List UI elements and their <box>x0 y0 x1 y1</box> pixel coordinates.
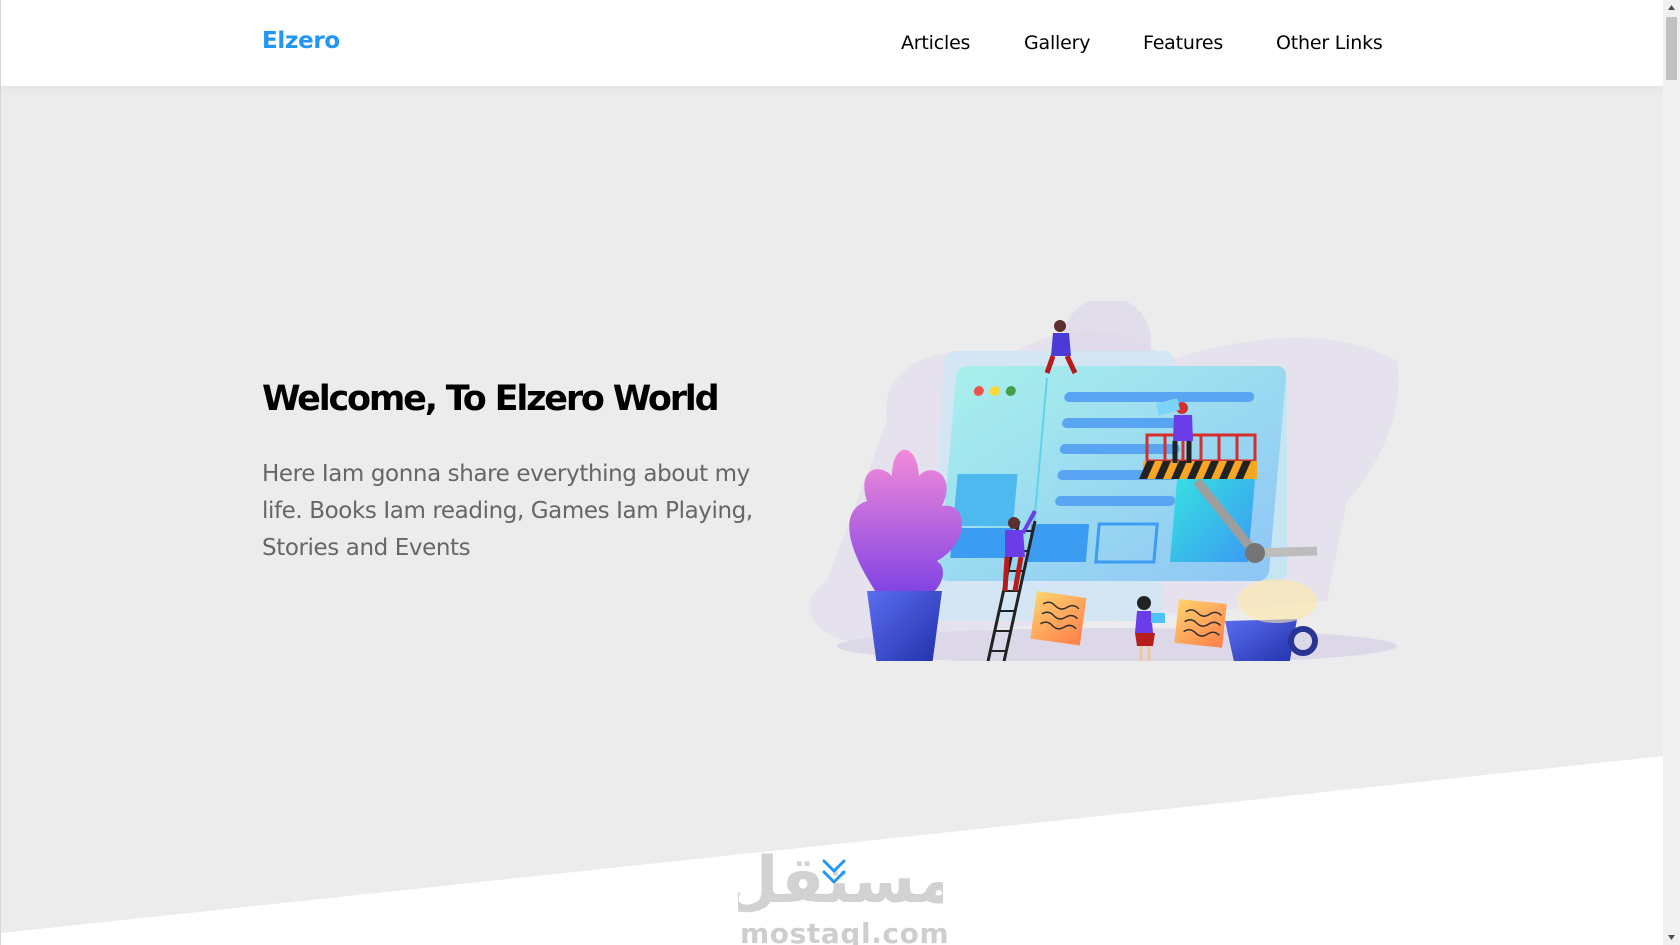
nav-link-articles[interactable]: Articles <box>901 32 970 56</box>
scrollbar-thumb[interactable] <box>1666 17 1677 80</box>
nav-link-other-links[interactable]: Other Links <box>1276 32 1383 56</box>
watermark-graphic: مستقل <box>738 844 943 918</box>
logo-link[interactable]: Elzero <box>262 28 340 54</box>
landing-title: Welcome, To Elzero World <box>262 379 720 419</box>
nav-link-gallery[interactable]: Gallery <box>1024 32 1090 56</box>
page-viewport: Elzero Articles Gallery Features Other L… <box>0 0 1663 945</box>
double-chevron-down-icon[interactable] <box>821 858 847 888</box>
vertical-scrollbar[interactable] <box>1663 0 1680 945</box>
nav-link-features[interactable]: Features <box>1143 32 1223 56</box>
site-header: Elzero Articles Gallery Features Other L… <box>1 0 1663 86</box>
landing-description: Here Iam gonna share everything about my… <box>262 461 753 561</box>
scroll-down-arrow-icon[interactable] <box>1663 928 1680 945</box>
team-illustration-image <box>809 301 1399 661</box>
scroll-up-arrow-icon[interactable] <box>1663 0 1680 17</box>
landing-section: Welcome, To Elzero World Here Iam gonna … <box>1 86 1663 945</box>
